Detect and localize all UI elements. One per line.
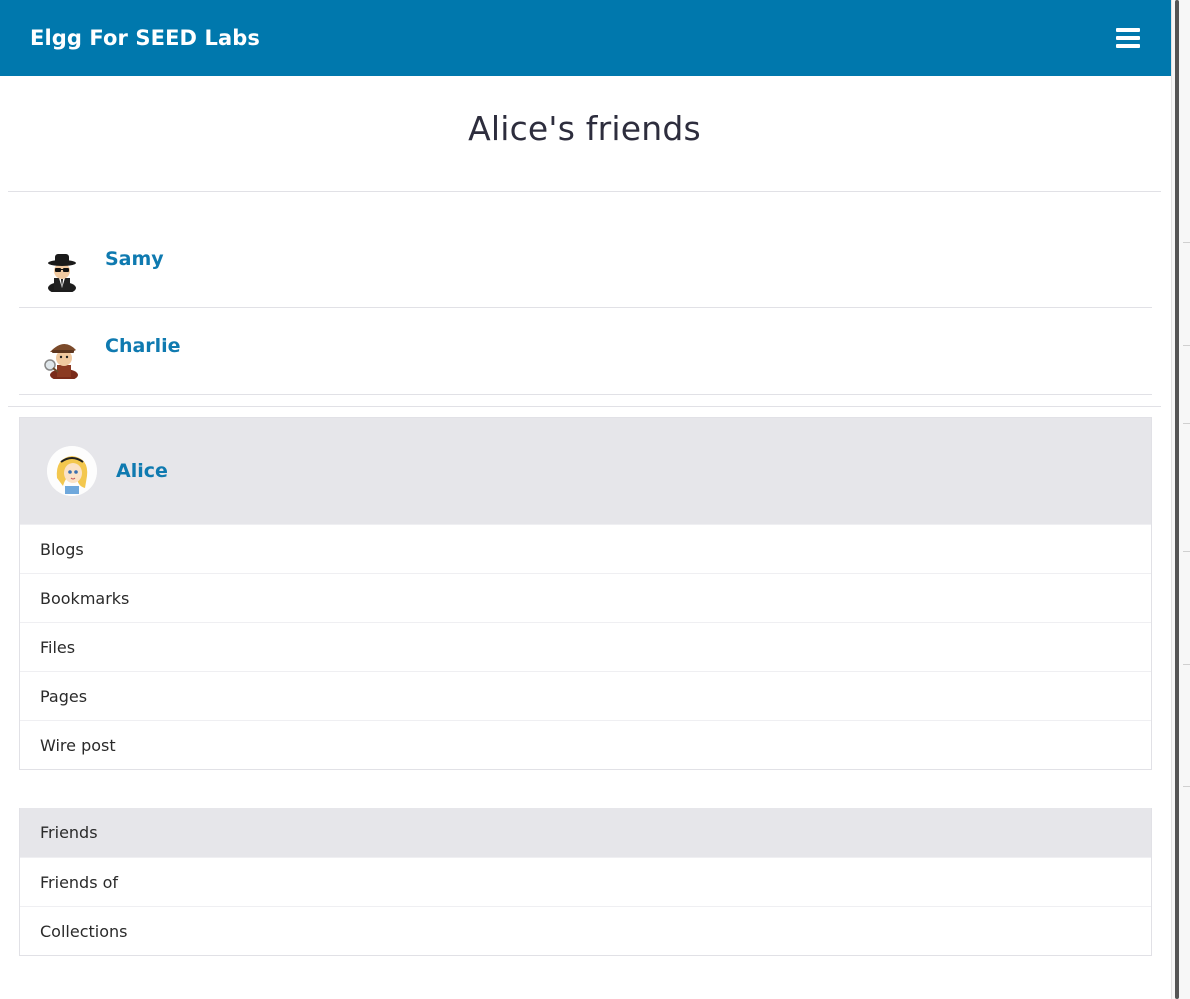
owner-header: Alice xyxy=(20,418,1151,524)
alice-avatar[interactable] xyxy=(47,446,97,496)
list-item: Charlie xyxy=(19,308,1152,395)
friend-name-link[interactable]: Charlie xyxy=(105,335,181,357)
page-title: Alice's friends xyxy=(468,109,701,148)
page-scrollbar[interactable] xyxy=(1171,0,1190,999)
site-name-link[interactable]: Elgg For SEED Labs xyxy=(30,26,260,50)
owner-menu-pages[interactable]: Pages xyxy=(20,671,1151,720)
friend-list: Samy Charlie xyxy=(19,221,1152,395)
owner-name-link[interactable]: Alice xyxy=(116,460,168,482)
page-menu: Friends Friends of Collections xyxy=(19,808,1152,956)
page-title-area: Alice's friends xyxy=(8,76,1161,192)
topbar: Elgg For SEED Labs xyxy=(0,0,1171,76)
list-item: Samy xyxy=(19,221,1152,308)
owner-menu-files[interactable]: Files xyxy=(20,622,1151,671)
owner-menu-bookmarks[interactable]: Bookmarks xyxy=(20,573,1151,622)
hamburger-menu-icon[interactable] xyxy=(1116,28,1140,48)
friend-name-link[interactable]: Samy xyxy=(105,248,164,270)
spy-avatar[interactable] xyxy=(40,248,84,294)
page-menu-collections[interactable]: Collections xyxy=(20,906,1151,955)
page-menu-friends[interactable]: Friends xyxy=(20,808,1151,857)
owner-menu-blogs[interactable]: Blogs xyxy=(20,524,1151,573)
detective-avatar[interactable] xyxy=(40,335,84,381)
section-divider xyxy=(8,406,1161,407)
owner-block: Alice Blogs Bookmarks Files Pages Wire p… xyxy=(19,417,1152,770)
owner-menu-wire-post[interactable]: Wire post xyxy=(20,720,1151,769)
page-menu-friends-of[interactable]: Friends of xyxy=(20,857,1151,906)
scrollbar-thumb[interactable] xyxy=(1175,0,1179,999)
